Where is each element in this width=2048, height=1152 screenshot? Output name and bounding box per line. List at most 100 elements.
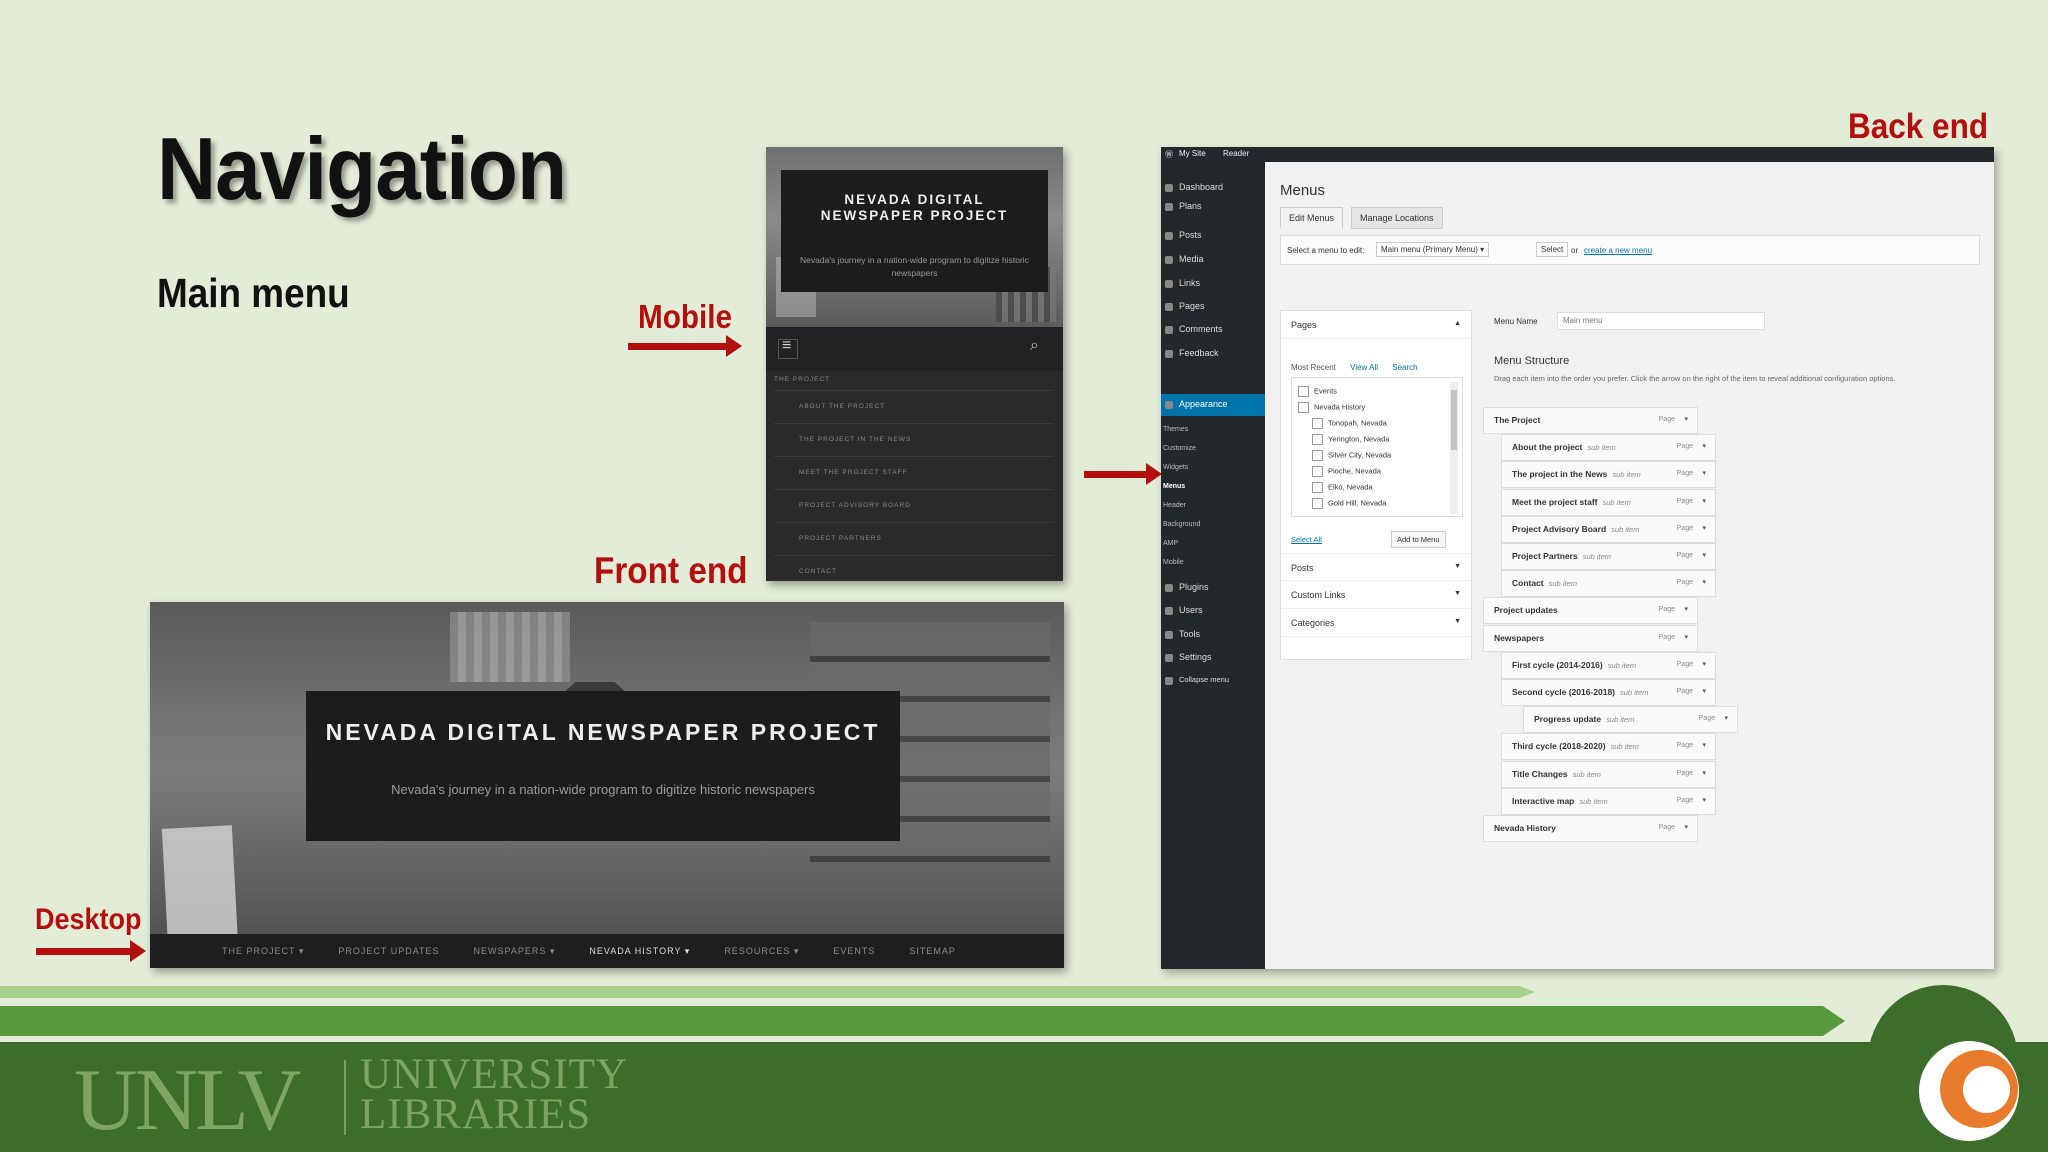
mobile-menu-item[interactable]: The project in the news bbox=[774, 424, 1054, 457]
sidebar-sub-customize[interactable]: Customize bbox=[1163, 445, 1196, 452]
menu-item-type[interactable]: Page bbox=[1659, 823, 1689, 831]
menu-structure-item[interactable]: Project Advisory Board sub item Page bbox=[1501, 515, 1716, 543]
tab-most-recent[interactable]: Most Recent bbox=[1291, 363, 1336, 372]
nav-item-events[interactable]: Events bbox=[833, 946, 875, 956]
sidebar-sub-themes[interactable]: Themes bbox=[1163, 426, 1188, 433]
accordion-categories[interactable]: Categories ▼ bbox=[1281, 609, 1471, 637]
sidebar-item-comments[interactable]: Comments bbox=[1165, 324, 1223, 334]
accordion-posts[interactable]: Posts ▼ bbox=[1281, 553, 1471, 581]
accordion-custom-links[interactable]: Custom Links ▼ bbox=[1281, 581, 1471, 609]
page-checkbox[interactable]: Silver City, Nevada bbox=[1312, 450, 1391, 461]
create-new-menu-link[interactable]: create a new menu bbox=[1584, 246, 1652, 255]
menu-item-type[interactable]: Page bbox=[1677, 741, 1707, 749]
select-all-link[interactable]: Select All bbox=[1291, 535, 1322, 544]
sidebar-item-plans[interactable]: Plans bbox=[1165, 201, 1202, 211]
mobile-menu-item[interactable]: Contact bbox=[774, 556, 1054, 581]
sidebar-sub-header[interactable]: Header bbox=[1163, 502, 1186, 509]
menu-item-type[interactable]: Page bbox=[1677, 497, 1707, 505]
menu-item-type[interactable]: Page bbox=[1677, 469, 1707, 477]
menu-structure-item[interactable]: Newspapers Page bbox=[1483, 624, 1698, 652]
nav-item-sitemap[interactable]: Sitemap bbox=[909, 946, 956, 956]
sidebar-item-users[interactable]: Users bbox=[1165, 605, 1203, 615]
sidebar-sub-mobile[interactable]: Mobile bbox=[1163, 559, 1184, 566]
menu-item-type[interactable]: Page bbox=[1677, 524, 1707, 532]
sidebar-sub-menus[interactable]: Menus bbox=[1163, 483, 1185, 490]
menu-item-type[interactable]: Page bbox=[1659, 415, 1689, 423]
page-checkbox[interactable]: Events bbox=[1298, 386, 1337, 397]
tab-view-all[interactable]: View All bbox=[1350, 363, 1378, 372]
menu-item-type[interactable]: Page bbox=[1677, 551, 1707, 559]
nav-item-resources[interactable]: Resources ▾ bbox=[724, 946, 799, 957]
menu-structure-item[interactable]: Contact sub item Page bbox=[1501, 570, 1716, 598]
page-checkbox[interactable]: Pioche, Nevada bbox=[1312, 466, 1381, 477]
menu-item-type[interactable]: Page bbox=[1699, 714, 1729, 722]
menu-structure-item[interactable]: Meet the project staff sub item Page bbox=[1501, 488, 1716, 516]
sidebar-item-dashboard[interactable]: Dashboard bbox=[1164, 182, 1223, 192]
menu-structure-item[interactable]: The project in the News sub item Page bbox=[1501, 461, 1716, 489]
page-checkbox[interactable]: Elko, Nevada bbox=[1312, 482, 1373, 493]
sidebar-sub-amp[interactable]: AMP bbox=[1163, 540, 1178, 547]
menu-structure-item[interactable]: Nevada History Page bbox=[1483, 815, 1698, 842]
mobile-menu-item[interactable]: About the project bbox=[774, 391, 1054, 424]
sidebar-sub-background[interactable]: Background bbox=[1163, 521, 1200, 528]
mobile-menu-item[interactable]: The Project bbox=[774, 371, 1054, 391]
select-button[interactable]: Select bbox=[1536, 242, 1569, 257]
menu-structure-item[interactable]: First cycle (2014-2016) sub item Page bbox=[1501, 651, 1716, 679]
page-checkbox[interactable]: Yerington, Nevada bbox=[1312, 434, 1389, 445]
nav-item-nevada-history[interactable]: Nevada History ▾ bbox=[589, 946, 690, 957]
menu-structure-item[interactable]: Interactive map sub item Page bbox=[1501, 787, 1716, 815]
topbar-reader[interactable]: Reader bbox=[1223, 149, 1249, 158]
menu-item-type[interactable]: Page bbox=[1677, 796, 1707, 804]
menu-item-type[interactable]: Page bbox=[1677, 578, 1707, 586]
menu-item-type[interactable]: Page bbox=[1677, 660, 1707, 668]
nav-item-project-updates[interactable]: Project Updates bbox=[338, 946, 439, 956]
arrow-mobile bbox=[628, 335, 742, 357]
sidebar-item-posts[interactable]: Posts bbox=[1165, 230, 1202, 240]
nav-item-the-project[interactable]: The Project ▾ bbox=[222, 946, 304, 957]
menu-item-label: Meet the project staff bbox=[1512, 496, 1598, 507]
page-checkbox[interactable]: Tonopah, Nevada bbox=[1312, 418, 1387, 429]
tab-search[interactable]: Search bbox=[1392, 363, 1417, 372]
menu-structure-item[interactable]: Project Partners sub item Page bbox=[1501, 543, 1716, 570]
accordion-pages[interactable]: Pages ▲ bbox=[1281, 311, 1471, 339]
menu-name-input[interactable]: Main menu bbox=[1557, 312, 1765, 330]
sidebar-item-feedback[interactable]: Feedback bbox=[1165, 348, 1219, 358]
menu-select-dropdown[interactable]: Main menu (Primary Menu) ▾ bbox=[1376, 242, 1490, 257]
sidebar-item-tools[interactable]: Tools bbox=[1164, 629, 1200, 639]
menu-structure-item[interactable]: Second cycle (2016-2018) sub item Page bbox=[1501, 679, 1716, 706]
wordpress-logo-icon[interactable]: Ⓦ bbox=[1165, 149, 1173, 160]
topbar-my-site[interactable]: My Site bbox=[1179, 149, 1206, 158]
mobile-menu-item[interactable]: Meet the project staff bbox=[774, 457, 1054, 490]
menu-structure-item[interactable]: Project updates Page bbox=[1483, 597, 1698, 625]
menu-structure-item[interactable]: About the project sub item Page bbox=[1501, 434, 1716, 462]
sidebar-item-settings[interactable]: Settings bbox=[1165, 652, 1212, 662]
mobile-menu-item[interactable]: Project advisory board bbox=[774, 490, 1054, 523]
menu-structure-item[interactable]: Progress update sub item Page bbox=[1523, 706, 1738, 734]
menu-structure-item[interactable]: Title Changes sub item Page bbox=[1501, 760, 1716, 788]
mobile-menu-item[interactable]: Project partners bbox=[774, 523, 1054, 556]
menu-item-type[interactable]: Page bbox=[1677, 442, 1707, 450]
page-checkbox[interactable]: Nevada History bbox=[1298, 402, 1365, 413]
nav-item-newspapers[interactable]: Newspapers ▾ bbox=[474, 946, 556, 957]
hamburger-menu-icon[interactable] bbox=[778, 337, 798, 359]
search-icon[interactable]: ⌕ bbox=[1030, 337, 1050, 357]
menu-item-type[interactable]: Page bbox=[1677, 687, 1707, 695]
menu-structure-item[interactable]: Third cycle (2018-2020) sub item Page bbox=[1501, 733, 1716, 761]
sidebar-item-appearance[interactable]: Appearance bbox=[1165, 399, 1228, 409]
sidebar-item-pages[interactable]: Pages bbox=[1165, 301, 1205, 311]
sidebar-item-plugins[interactable]: Plugins bbox=[1165, 582, 1209, 592]
menu-item-type[interactable]: Page bbox=[1659, 633, 1689, 641]
menu-item-type[interactable]: Page bbox=[1659, 605, 1689, 613]
sidebar-item-media[interactable]: Media bbox=[1165, 254, 1204, 264]
page-checkbox[interactable]: Gold Hill, Nevada bbox=[1312, 498, 1386, 509]
menu-structure-item[interactable]: The Project Page bbox=[1483, 407, 1698, 434]
tab-manage-locations[interactable]: Manage Locations bbox=[1351, 207, 1443, 229]
sidebar-item-links[interactable]: Links bbox=[1164, 278, 1200, 288]
sidebar-collapse-menu[interactable]: Collapse menu bbox=[1164, 675, 1229, 685]
wp-admin-topbar: Ⓦ My Site Reader bbox=[1161, 147, 1994, 162]
list-scrollbar[interactable] bbox=[1450, 382, 1458, 514]
sidebar-sub-widgets[interactable]: Widgets bbox=[1163, 464, 1188, 471]
menu-item-type[interactable]: Page bbox=[1677, 769, 1707, 777]
tab-edit-menus[interactable]: Edit Menus bbox=[1280, 207, 1344, 229]
add-to-menu-button[interactable]: Add to Menu bbox=[1391, 531, 1446, 548]
